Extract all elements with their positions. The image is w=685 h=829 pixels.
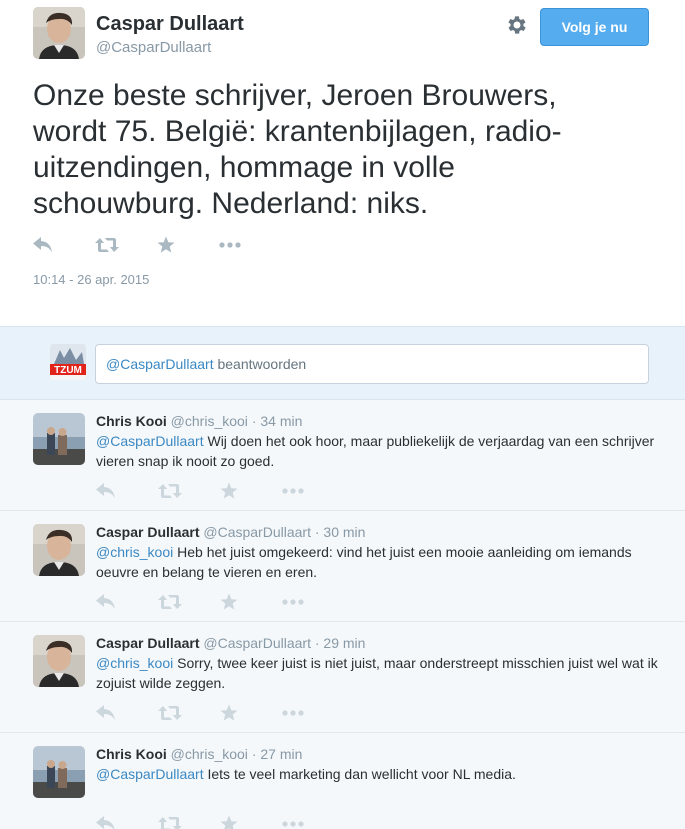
reply-icon[interactable] [33, 234, 95, 256]
reply-header: Chris Kooi @chris_kooi · 27 min [96, 746, 302, 762]
reply-text: @chris_kooi Heb het juist omgekeerd: vin… [96, 542, 666, 582]
more-icon[interactable] [282, 702, 344, 724]
favorite-icon[interactable] [220, 813, 282, 829]
reply-body: Iets te veel marketing dan wellicht voor… [203, 766, 516, 782]
reply-author-name[interactable]: Chris Kooi [96, 413, 167, 429]
tweet-actions [33, 234, 281, 256]
reply-body: Sorry, twee keer juist is niet juist, ma… [96, 655, 658, 691]
gear-icon[interactable] [505, 13, 529, 37]
reply-input-mention: @CasparDullaart [106, 356, 214, 372]
reply-icon[interactable] [96, 480, 158, 502]
reply-author-name[interactable]: Caspar Dullaart [96, 635, 199, 651]
retweet-icon[interactable] [158, 702, 220, 724]
reply-mention[interactable]: @CasparDullaart [96, 766, 204, 782]
follow-button[interactable]: Volg je nu [540, 8, 649, 46]
reply-icon[interactable] [96, 591, 158, 613]
reply-header: Caspar Dullaart @CasparDullaart · 30 min [96, 524, 365, 540]
reply-tweet[interactable]: Caspar Dullaart @CasparDullaart · 30 min… [0, 511, 685, 622]
retweet-icon[interactable] [95, 234, 157, 256]
reply-text: @chris_kooi Sorry, twee keer juist is ni… [96, 653, 666, 693]
reply-box: TZUM @CasparDullaart beantwoorden [0, 326, 685, 400]
reply-input-placeholder: beantwoorden [213, 356, 307, 372]
reply-icon[interactable] [96, 813, 158, 829]
author-avatar[interactable] [33, 7, 85, 59]
reply-time[interactable]: 30 min [323, 524, 365, 540]
retweet-icon[interactable] [158, 813, 220, 829]
favorite-icon[interactable] [157, 234, 219, 256]
reply-tweet[interactable]: Caspar Dullaart @CasparDullaart · 29 min… [0, 622, 685, 733]
tweet-timestamp[interactable]: 10:14 - 26 apr. 2015 [33, 272, 149, 287]
reply-body: Heb het juist omgekeerd: vind het juist … [96, 544, 632, 580]
reply-author-handle[interactable]: @chris_kooi [171, 746, 248, 762]
more-icon[interactable] [219, 234, 281, 256]
tzum-logo-text: TZUM [54, 365, 82, 376]
author-handle[interactable]: @CasparDullaart [96, 39, 211, 56]
replies-list: Chris Kooi @chris_kooi · 34 min @CasparD… [0, 400, 685, 829]
reply-mention[interactable]: @chris_kooi [96, 544, 173, 560]
reply-avatar-chris[interactable] [33, 746, 85, 798]
reply-text: @CasparDullaart Iets te veel marketing d… [96, 764, 666, 784]
reply-author-handle[interactable]: @CasparDullaart [203, 635, 311, 651]
reply-author-handle[interactable]: @CasparDullaart [203, 524, 311, 540]
reply-actions [96, 702, 344, 722]
tweet-text: Onze beste schrijver, Jeroen Brouwers, w… [33, 79, 562, 220]
separator-dot: · [251, 413, 257, 429]
reply-avatar-chris[interactable] [33, 413, 85, 465]
separator-dot: · [314, 635, 320, 651]
more-icon[interactable] [282, 813, 344, 829]
reply-actions [96, 480, 344, 500]
reply-time[interactable]: 34 min [260, 413, 302, 429]
reply-actions [96, 813, 344, 829]
reply-actions [96, 591, 344, 611]
reply-tweet[interactable]: Chris Kooi @chris_kooi · 34 min @CasparD… [0, 400, 685, 511]
more-icon[interactable] [282, 480, 344, 502]
more-icon[interactable] [282, 591, 344, 613]
reply-mention[interactable]: @CasparDullaart [96, 433, 204, 449]
favorite-icon[interactable] [220, 480, 282, 502]
reply-text: @CasparDullaart Wij doen het ook hoor, m… [96, 431, 666, 471]
reply-author-name[interactable]: Chris Kooi [96, 746, 167, 762]
reply-tweet[interactable]: Chris Kooi @chris_kooi · 27 min @CasparD… [0, 733, 685, 829]
separator-dot: · [314, 524, 320, 540]
reply-icon[interactable] [96, 702, 158, 724]
reply-header: Chris Kooi @chris_kooi · 34 min [96, 413, 302, 429]
separator-dot: · [251, 746, 257, 762]
reply-input[interactable]: @CasparDullaart beantwoorden [95, 344, 649, 384]
current-user-avatar: TZUM [50, 344, 86, 380]
favorite-icon[interactable] [220, 591, 282, 613]
favorite-icon[interactable] [220, 702, 282, 724]
retweet-icon[interactable] [158, 591, 220, 613]
reply-mention[interactable]: @chris_kooi [96, 655, 173, 671]
reply-time[interactable]: 29 min [323, 635, 365, 651]
retweet-icon[interactable] [158, 480, 220, 502]
author-name[interactable]: Caspar Dullaart [96, 13, 244, 36]
main-tweet: Caspar Dullaart @CasparDullaart Volg je … [0, 0, 685, 326]
reply-author-handle[interactable]: @chris_kooi [171, 413, 248, 429]
reply-header: Caspar Dullaart @CasparDullaart · 29 min [96, 635, 365, 651]
reply-avatar-caspar[interactable] [33, 635, 85, 687]
reply-avatar-caspar[interactable] [33, 524, 85, 576]
reply-author-name[interactable]: Caspar Dullaart [96, 524, 199, 540]
reply-time[interactable]: 27 min [260, 746, 302, 762]
